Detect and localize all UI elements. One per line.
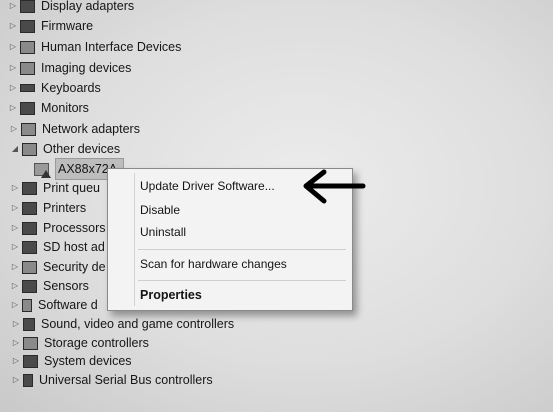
tree-item-label: Security de xyxy=(43,260,106,274)
monitor-icon xyxy=(20,101,35,115)
cpu-icon xyxy=(22,221,37,235)
usb-icon xyxy=(23,373,33,387)
tree-item-label: Monitors xyxy=(41,101,89,115)
keyboard-icon xyxy=(20,84,35,92)
printer-icon xyxy=(22,201,37,215)
expand-icon[interactable]: ▷ xyxy=(8,37,18,57)
camera-icon xyxy=(20,61,35,75)
expand-icon[interactable]: ▷ xyxy=(11,370,21,390)
storage-icon xyxy=(23,336,38,350)
tree-item-monitors[interactable]: ▷ Monitors xyxy=(8,98,89,118)
tree-item-label: Sensors xyxy=(43,279,89,293)
sd-card-icon xyxy=(22,240,37,254)
menu-item-uninstall[interactable]: Uninstall xyxy=(140,223,186,241)
expand-icon[interactable]: ▷ xyxy=(8,0,18,16)
tree-item-label: Printers xyxy=(43,201,87,215)
tree-item-label: Display adapters xyxy=(41,0,135,13)
tree-item-label: System devices xyxy=(44,354,132,368)
collapse-icon[interactable]: ◢ xyxy=(10,139,20,159)
menu-item-disable[interactable]: Disable xyxy=(140,201,180,219)
tree-item-display-adapters[interactable]: ▷ Display adapters xyxy=(8,0,134,16)
tree-item-keyboards[interactable]: ▷ Keyboards xyxy=(8,78,101,98)
expand-icon[interactable]: ▷ xyxy=(8,16,18,36)
expand-icon[interactable]: ▷ xyxy=(10,295,20,315)
monitor-icon xyxy=(20,0,35,13)
expand-icon[interactable]: ▷ xyxy=(8,98,18,118)
expand-icon[interactable]: ▷ xyxy=(10,237,20,257)
tree-item-human-interface-devices[interactable]: ▷ Human Interface Devices xyxy=(8,37,181,57)
tree-item-label: SD host ad xyxy=(43,240,105,254)
software-icon xyxy=(22,298,32,312)
tree-item-security-devices[interactable]: ▷ Security de xyxy=(10,257,106,277)
question-device-icon xyxy=(22,142,37,156)
tree-item-system-devices[interactable]: ▷ System devices xyxy=(11,351,132,371)
tree-item-label: Sound, video and game controllers xyxy=(41,317,235,331)
tree-item-label: Other devices xyxy=(43,142,121,156)
tree-item-software-devices[interactable]: ▷ Software d xyxy=(10,295,98,315)
left-arrow-icon xyxy=(303,169,366,204)
expand-icon[interactable]: ▷ xyxy=(9,119,19,139)
tree-item-storage-controllers[interactable]: ▷ Storage controllers xyxy=(11,333,149,353)
expand-icon[interactable]: ▷ xyxy=(8,58,18,78)
tree-item-label: Firmware xyxy=(41,19,94,33)
tree-item-other-devices[interactable]: ◢ Other devices xyxy=(10,139,120,159)
expand-icon[interactable]: ▷ xyxy=(11,314,21,334)
tree-item-usb-controllers[interactable]: ▷ Universal Serial Bus controllers xyxy=(11,370,213,390)
tree-item-processors[interactable]: ▷ Processors xyxy=(10,218,106,238)
menu-item-properties[interactable]: Properties xyxy=(140,286,202,304)
tree-item-firmware[interactable]: ▷ Firmware xyxy=(8,16,93,36)
printer-icon xyxy=(22,181,37,195)
tree-item-printers[interactable]: ▷ Printers xyxy=(10,198,86,218)
system-icon xyxy=(23,354,38,368)
tree-item-print-queues[interactable]: ▷ Print queu xyxy=(10,178,100,198)
menu-separator xyxy=(138,249,346,250)
tree-item-network-adapters[interactable]: ▷ Network adapters xyxy=(9,119,140,139)
expand-icon[interactable]: ▷ xyxy=(10,257,20,277)
device-manager-screen: ▷ Display adapters ▷ Firmware ▷ Human In… xyxy=(0,0,553,412)
warning-device-icon xyxy=(34,162,51,178)
menu-item-scan-hardware[interactable]: Scan for hardware changes xyxy=(140,255,287,273)
expand-icon[interactable]: ▷ xyxy=(10,198,20,218)
tree-item-label: Network adapters xyxy=(42,122,140,136)
tree-item-label: Keyboards xyxy=(41,81,101,95)
tree-item-sd-host-adapters[interactable]: ▷ SD host ad xyxy=(10,237,105,257)
expand-icon[interactable]: ▷ xyxy=(8,78,18,98)
tree-item-sound-video-game[interactable]: ▷ Sound, video and game controllers xyxy=(11,314,234,334)
expand-icon[interactable]: ▷ xyxy=(11,351,21,371)
tree-item-label: Universal Serial Bus controllers xyxy=(39,373,213,387)
tree-item-label: Print queu xyxy=(43,181,100,195)
menu-separator xyxy=(138,280,346,281)
tree-item-label: Software d xyxy=(38,298,98,312)
tree-item-label: Human Interface Devices xyxy=(41,40,182,54)
expand-icon[interactable]: ▷ xyxy=(10,218,20,238)
hid-icon xyxy=(20,40,35,54)
network-icon xyxy=(21,122,36,136)
expand-icon[interactable]: ▷ xyxy=(10,178,20,198)
speaker-icon xyxy=(23,317,35,331)
chip-icon xyxy=(20,19,35,33)
menu-item-update-driver[interactable]: Update Driver Software... xyxy=(140,177,275,195)
expand-icon[interactable]: ▷ xyxy=(10,276,20,296)
tree-item-sensors[interactable]: ▷ Sensors xyxy=(10,276,89,296)
tree-item-imaging-devices[interactable]: ▷ Imaging devices xyxy=(8,58,131,78)
tree-item-label: Imaging devices xyxy=(41,61,132,75)
tree-item-label: Processors xyxy=(43,221,106,235)
expand-icon[interactable]: ▷ xyxy=(11,333,21,353)
sensor-icon xyxy=(22,279,37,293)
tree-item-label: Storage controllers xyxy=(44,336,149,350)
security-icon xyxy=(22,260,37,274)
